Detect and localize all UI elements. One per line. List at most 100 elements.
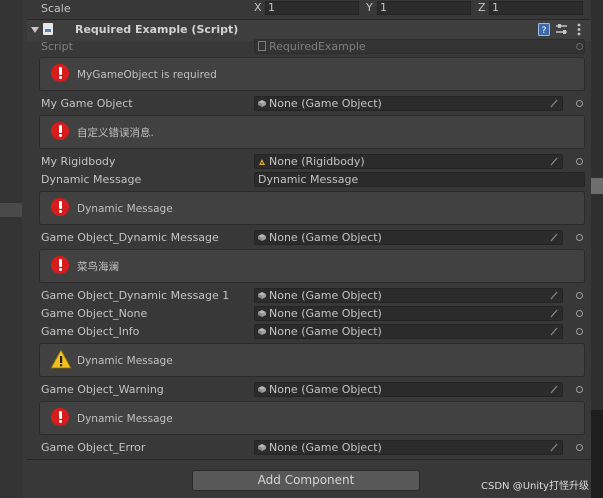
field-row-game-object-none: Game Object_None None (Game Object) xyxy=(27,305,591,323)
field-label: Dynamic Message xyxy=(41,173,142,186)
help-box-error: 菜鸟海澜 xyxy=(39,249,585,283)
script-field-value: RequiredExample xyxy=(269,40,366,53)
game-object-icon xyxy=(258,234,266,241)
foldout-arrow-icon[interactable] xyxy=(31,27,39,33)
object-field[interactable]: None (Game Object) xyxy=(254,288,563,303)
script-field-row: Script RequiredExample xyxy=(27,38,591,56)
object-picker-circle-icon[interactable] xyxy=(576,234,583,241)
object-picker-circle-icon[interactable] xyxy=(576,444,583,451)
object-pick-icon[interactable] xyxy=(550,157,558,166)
watermark-text: CSDN @Unity打怪升级 xyxy=(481,481,589,492)
scene-dark-area xyxy=(591,410,603,498)
help-book-icon[interactable]: ? xyxy=(538,23,550,36)
field-label: Game Object_Info xyxy=(41,325,140,338)
field-label: Game Object_Warning xyxy=(41,383,164,396)
warning-icon xyxy=(50,349,72,369)
object-pick-icon[interactable] xyxy=(550,309,558,318)
field-row-game-object-dynamic-message-1: Game Object_Dynamic Message 1 None (Game… xyxy=(27,287,591,305)
field-row-my-rigidbody: My Rigidbody None (Rigidbody) xyxy=(27,153,591,171)
object-picker-circle-icon[interactable] xyxy=(576,386,583,393)
error-icon xyxy=(51,64,69,82)
script-file-icon xyxy=(43,23,53,35)
object-picker-circle-icon[interactable] xyxy=(576,100,583,107)
field-label: My Rigidbody xyxy=(41,155,116,168)
presets-sliders-icon[interactable] xyxy=(555,23,568,36)
svg-text:?: ? xyxy=(542,26,547,36)
object-field-value: None (Game Object) xyxy=(269,325,382,338)
object-pick-icon[interactable] xyxy=(550,99,558,108)
object-field[interactable]: None (Game Object) xyxy=(254,382,563,397)
object-field[interactable]: None (Game Object) xyxy=(254,230,563,245)
field-row-game-object-error: Game Object_Error None (Game Object) xyxy=(27,439,591,457)
scale-z-input[interactable]: 1 xyxy=(489,1,583,15)
inspector-panel: Scale X 1 Y 1 Z 1 Required Example (Scri… xyxy=(27,0,591,498)
help-box-error: MyGameObject is required xyxy=(39,57,585,91)
rigidbody-icon xyxy=(259,159,265,165)
object-field-value: None (Game Object) xyxy=(269,307,382,320)
object-pick-icon[interactable] xyxy=(550,327,558,336)
context-menu-dots-icon[interactable] xyxy=(573,23,585,36)
object-field-value: None (Game Object) xyxy=(269,289,382,302)
help-box-error: Dynamic Message xyxy=(39,191,585,225)
error-icon xyxy=(51,122,69,140)
game-object-icon xyxy=(258,310,266,317)
object-field[interactable]: None (Game Object) xyxy=(254,96,563,111)
hierarchy-panel-edge xyxy=(0,0,22,498)
game-object-icon xyxy=(258,328,266,335)
object-picker-circle-icon xyxy=(576,43,583,50)
add-component-button[interactable]: Add Component xyxy=(192,470,420,491)
object-field-value: None (Game Object) xyxy=(269,97,382,110)
field-label: Game Object_Dynamic Message xyxy=(41,231,219,244)
transform-scale-row: Scale X 1 Y 1 Z 1 xyxy=(27,0,591,18)
scene-highlight xyxy=(591,178,603,194)
script-label: Script xyxy=(41,40,73,53)
game-object-icon xyxy=(258,444,266,451)
object-picker-circle-icon[interactable] xyxy=(576,158,583,165)
field-row-dynamic-message: Dynamic Message Dynamic Message xyxy=(27,171,591,189)
game-object-icon xyxy=(258,100,266,107)
component-title: Required Example (Script) xyxy=(75,23,239,36)
error-icon xyxy=(51,408,69,426)
object-field[interactable]: None (Game Object) xyxy=(254,440,563,455)
scale-x[interactable]: X 1 xyxy=(254,1,359,15)
object-field[interactable]: None (Game Object) xyxy=(254,306,563,321)
field-label: My Game Object xyxy=(41,97,133,110)
object-field-value: None (Game Object) xyxy=(269,231,382,244)
object-picker-circle-icon[interactable] xyxy=(576,328,583,335)
game-object-icon xyxy=(258,386,266,393)
field-row-game-object-dynamic-message: Game Object_Dynamic Message None (Game O… xyxy=(27,229,591,247)
object-pick-icon[interactable] xyxy=(550,233,558,242)
scene-view-edge xyxy=(591,0,603,498)
text-input[interactable]: Dynamic Message xyxy=(254,172,585,187)
object-field[interactable]: None (Rigidbody) xyxy=(254,154,563,169)
script-field: RequiredExample xyxy=(254,39,585,54)
field-label: Game Object_Error xyxy=(41,441,146,454)
object-field[interactable]: None (Game Object) xyxy=(254,324,563,339)
hierarchy-selected-item[interactable] xyxy=(0,203,22,217)
field-row-my-game-object: My Game Object None (Game Object) xyxy=(27,95,591,113)
error-icon xyxy=(51,256,69,274)
field-row-game-object-info: Game Object_Info None (Game Object) xyxy=(27,323,591,341)
object-picker-circle-icon[interactable] xyxy=(576,310,583,317)
error-icon xyxy=(51,198,69,216)
game-object-icon xyxy=(258,292,266,299)
scale-y[interactable]: Y 1 xyxy=(366,1,471,15)
help-box-warning: Dynamic Message xyxy=(39,343,585,377)
object-pick-icon[interactable] xyxy=(550,291,558,300)
field-label: Game Object_Dynamic Message 1 xyxy=(41,289,230,302)
help-box-error: Dynamic Message xyxy=(39,401,585,435)
object-field-value: None (Game Object) xyxy=(269,441,382,454)
field-label: Game Object_None xyxy=(41,307,148,320)
object-field-value: None (Game Object) xyxy=(269,383,382,396)
script-asset-icon xyxy=(258,41,266,51)
help-box-error: 自定义错误消息. xyxy=(39,115,585,149)
scale-x-input[interactable]: 1 xyxy=(265,1,359,15)
scale-z[interactable]: Z 1 xyxy=(478,1,583,15)
object-pick-icon[interactable] xyxy=(550,385,558,394)
component-footer-divider xyxy=(27,459,591,460)
field-row-game-object-warning: Game Object_Warning None (Game Object) xyxy=(27,381,591,399)
object-field-value: None (Rigidbody) xyxy=(269,155,365,168)
object-picker-circle-icon[interactable] xyxy=(576,292,583,299)
object-pick-icon[interactable] xyxy=(550,443,558,452)
scale-y-input[interactable]: 1 xyxy=(377,1,471,15)
